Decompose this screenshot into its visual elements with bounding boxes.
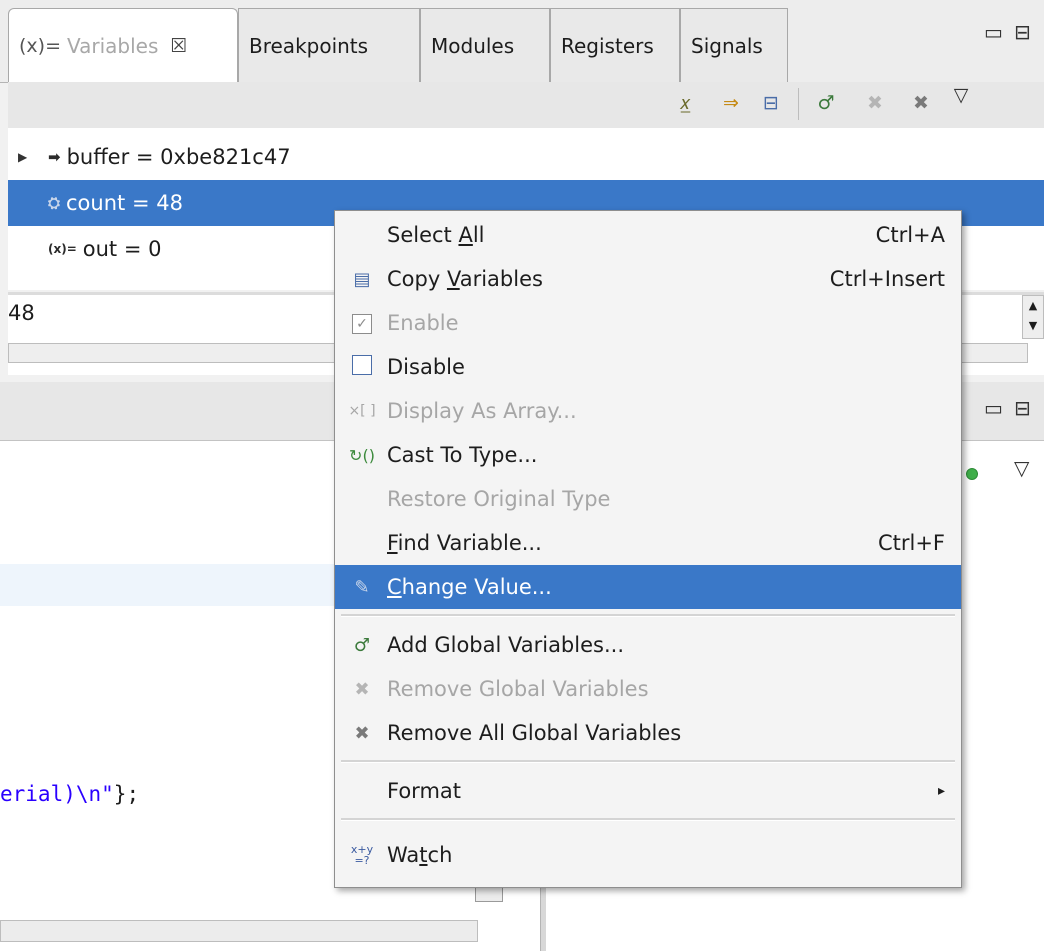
checkbox-unchecked-icon <box>352 354 372 375</box>
tab-registers[interactable]: Registers <box>550 8 680 82</box>
menu-item-find-variable[interactable]: Find Variable... Ctrl+F <box>335 521 961 565</box>
tab-signals[interactable]: Signals <box>680 8 788 82</box>
copy-icon: ▤ <box>353 268 371 290</box>
view-menu-icon[interactable]: ▽ <box>1014 456 1029 480</box>
variable-icon: (x)= <box>48 242 77 256</box>
close-icon[interactable]: ☒ <box>170 35 187 57</box>
pointer-variable-icon: ➡ <box>48 148 61 166</box>
tab-modules-label: Modules <box>431 33 515 58</box>
menu-item-format[interactable]: Format ▸ <box>335 769 961 813</box>
editor-horizontal-scrollbar[interactable] <box>0 920 478 942</box>
remove-all-global-variables-icon[interactable]: ✖ <box>908 90 934 116</box>
menu-separator <box>341 818 955 821</box>
remove-global-variables-icon: ✖ <box>867 92 883 114</box>
change-value-icon: ✎ <box>354 576 370 598</box>
string-literal: erial)\n" <box>0 782 114 806</box>
watch-icon: x+y =? <box>350 843 374 867</box>
tab-breakpoints-label: Breakpoints <box>249 33 369 58</box>
menu-item-enable: ✓ Enable <box>335 301 961 345</box>
shortcut-label: Ctrl+A <box>875 223 945 247</box>
cast-icon: ↻() <box>349 445 375 465</box>
expand-arrow-icon[interactable]: ▶ <box>18 150 36 164</box>
detail-vertical-scrollbar[interactable]: ▲ ▼ <box>1022 295 1044 339</box>
code-punctuation: }; <box>113 782 140 806</box>
menu-separator <box>341 760 955 763</box>
minimize-icon[interactable]: ▭ <box>984 396 1003 420</box>
maximize-icon[interactable]: ⊟ <box>1014 396 1031 420</box>
detail-value-text[interactable]: 48 <box>8 301 35 325</box>
code-line[interactable]: erial)\n"}; <box>0 782 139 806</box>
tab-signals-label: Signals <box>691 33 763 58</box>
collapse-all-icon[interactable]: ⊟ <box>758 90 784 116</box>
array-icon: ×[ ] <box>348 403 376 419</box>
variables-toolbar: 𝑥̲ ⇒ ⊟ ♂ ✖ ✖ ▽ <box>8 82 1044 129</box>
variable-name-value: count = 48 <box>66 191 183 215</box>
remove-global-variables-icon: ✖ <box>354 678 370 700</box>
menu-item-add-global-variables[interactable]: ♂ Add Global Variables... <box>335 623 961 667</box>
variables-view-icon: (x)= <box>19 34 61 57</box>
menu-item-change-value[interactable]: ✎ Change Value... <box>335 565 961 609</box>
status-dot-icon <box>966 468 978 480</box>
menu-item-cast-to-type[interactable]: ↻() Cast To Type... <box>335 433 961 477</box>
remove-all-global-variables-icon: ✖ <box>354 722 370 744</box>
add-global-variables-icon[interactable]: ♂ <box>813 90 839 116</box>
toolbar-separator <box>798 88 799 120</box>
checkbox-checked-icon: ✓ <box>352 314 372 334</box>
tab-modules[interactable]: Modules <box>420 8 550 82</box>
context-menu: Select All Ctrl+A ▤ Copy Variables Ctrl+… <box>334 210 962 888</box>
menu-item-watch[interactable]: x+y =? Watch <box>335 833 961 877</box>
local-variable-icon: ⛭ <box>48 194 61 212</box>
shortcut-label: Ctrl+Insert <box>829 267 945 291</box>
shortcut-label: Ctrl+F <box>877 531 945 555</box>
tab-registers-label: Registers <box>561 33 654 58</box>
variable-name-value: buffer = 0xbe821c47 <box>66 145 291 169</box>
submenu-arrow-icon: ▸ <box>937 783 945 799</box>
menu-item-restore-original-type: Restore Original Type <box>387 487 611 511</box>
show-type-names-icon[interactable]: 𝑥̲ <box>672 90 698 116</box>
minimize-icon[interactable]: ▭ <box>984 20 1003 44</box>
add-global-variables-icon: ♂ <box>353 634 371 656</box>
menu-item-disable[interactable]: Disable <box>335 345 961 389</box>
view-menu-icon[interactable]: ▽ <box>948 82 974 108</box>
maximize-icon[interactable]: ⊟ <box>1014 20 1031 44</box>
menu-item-select-all[interactable]: Select All Ctrl+A <box>335 213 961 257</box>
view-tab-strip: (x)= Variables ☒ Breakpoints Modules Reg… <box>0 0 1044 83</box>
tab-variables-label: Variables <box>67 33 159 58</box>
menu-separator <box>341 614 955 617</box>
tree-row[interactable]: ▶ ➡ buffer = 0xbe821c47 <box>8 134 1044 180</box>
menu-item-copy-variables[interactable]: ▤ Copy Variables Ctrl+Insert <box>335 257 961 301</box>
tab-variables[interactable]: (x)= Variables ☒ <box>8 8 238 82</box>
menu-item-remove-global-variables: ✖ Remove Global Variables <box>335 667 961 711</box>
variable-name-value: out = 0 <box>82 237 162 261</box>
tab-breakpoints[interactable]: Breakpoints <box>238 8 420 82</box>
menu-item-display-as-array: ×[ ] Display As Array... <box>335 389 961 433</box>
menu-item-remove-all-global-variables[interactable]: ✖ Remove All Global Variables <box>335 711 961 755</box>
show-logical-structure-icon[interactable]: ⇒ <box>718 90 744 116</box>
